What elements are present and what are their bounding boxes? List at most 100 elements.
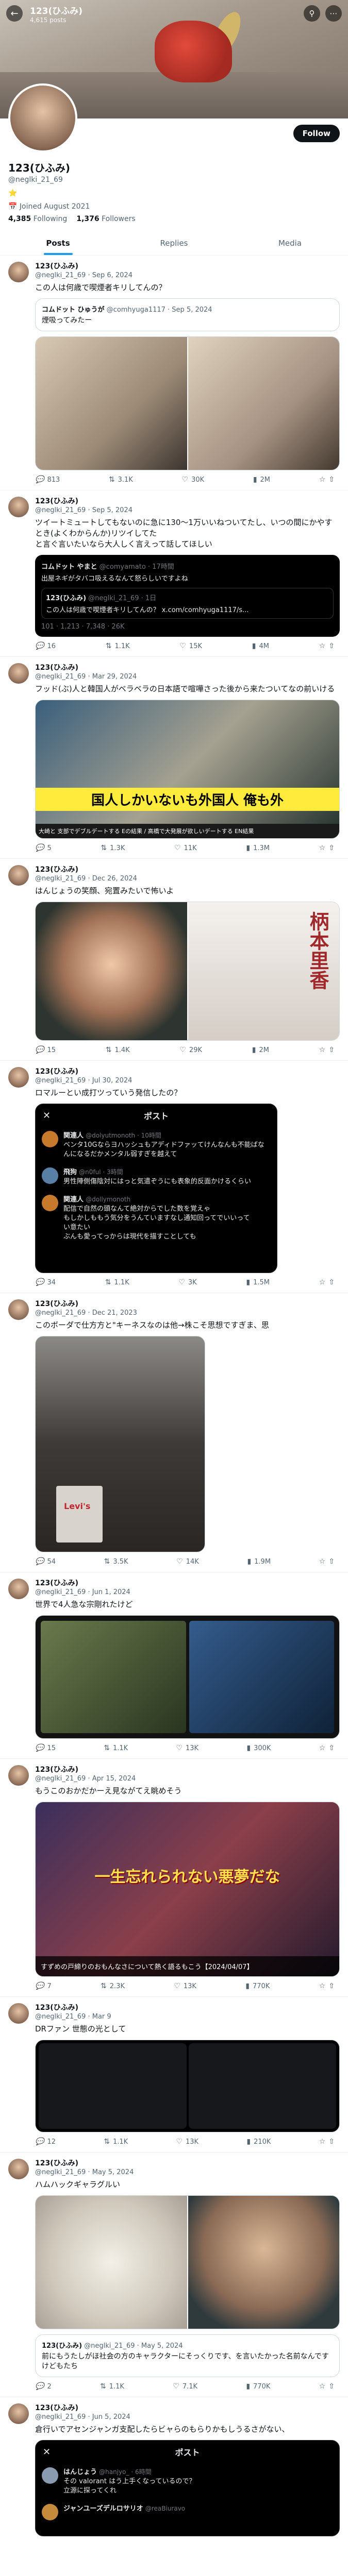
tweet-avatar[interactable] — [8, 2403, 29, 2424]
repost-button[interactable]: ⇅ 1.1K — [105, 1278, 129, 1286]
share-button[interactable]: ☆ ⇧ — [319, 2138, 335, 2146]
like-button[interactable]: ♡ 15K — [179, 642, 202, 650]
share-button[interactable]: ☆ ⇧ — [319, 1557, 335, 1566]
following-stat[interactable]: 4,385 Following — [8, 215, 67, 223]
reply-button[interactable]: 💬 813 — [35, 476, 60, 484]
tweet[interactable]: 123(ひふみ) @neglki_21_69 · May 5, 2024 ハムハッ… — [0, 2153, 348, 2397]
views-stat[interactable]: ▮ 1.3M — [246, 844, 270, 852]
views-stat[interactable]: ▮ 2M — [253, 476, 270, 484]
like-button[interactable]: ♡ 13K — [176, 2138, 198, 2146]
repost-button[interactable]: ⇅ 1.1K — [106, 642, 130, 650]
repost-button[interactable]: ⇅ 3.1K — [109, 476, 133, 484]
tweet-avatar[interactable] — [8, 2159, 29, 2179]
tweet-media[interactable] — [35, 2040, 340, 2132]
tweet[interactable]: 123(ひふみ) @neglki_21_69 · Sep 6, 2024 この人は… — [0, 256, 348, 490]
tweet-media[interactable]: 柄本里香 — [35, 902, 340, 1041]
tweet-avatar[interactable] — [8, 2003, 29, 2024]
repost-button[interactable]: ⇅ 2.3K — [101, 1982, 125, 1990]
tweet-author[interactable]: 123(ひふみ) — [35, 1300, 78, 1308]
tweet-author[interactable]: 123(ひふみ) — [35, 1067, 78, 1076]
views-stat[interactable]: ▮ 210K — [246, 2138, 271, 2146]
tweet-media[interactable]: 国人しかいないも外国人 俺も外 大崎と 支部でデブルデートする Eの結果 / 高… — [35, 700, 340, 839]
share-button[interactable]: ☆ ⇧ — [319, 844, 335, 852]
tweet-media[interactable] — [35, 2195, 340, 2329]
reply-button[interactable]: 💬 16 — [35, 642, 56, 650]
tweet-avatar[interactable] — [8, 1067, 29, 1088]
share-button[interactable]: ☆ ⇧ — [319, 1278, 335, 1286]
views-stat[interactable]: ▮ 1.9M — [247, 1557, 271, 1566]
reply-button[interactable]: 💬 5 — [35, 844, 52, 852]
dark-screenshot[interactable]: ✕ ポスト はんじょう @hanjyo_ · 6時間 その valorant はう上… — [35, 2440, 340, 2536]
tweet[interactable]: 123(ひふみ) @neglki_21_69 · Apr 15, 2024 もうこ… — [0, 1759, 348, 1997]
like-button[interactable]: ♡ 7.1K — [173, 2382, 197, 2391]
reply-button[interactable]: 💬 2 — [35, 2382, 52, 2391]
tweet[interactable]: 123(ひふみ) @neglki_21_69 · Jun 1, 2024 世界で4… — [0, 1572, 348, 1759]
like-button[interactable]: ♡ 29K — [179, 1046, 202, 1054]
tab-media[interactable]: Media — [232, 230, 348, 255]
like-button[interactable]: ♡ 13K — [174, 1982, 196, 1990]
tweet-author[interactable]: 123(ひふみ) — [35, 497, 78, 505]
reply-button[interactable]: 💬 54 — [35, 1557, 56, 1566]
back-arrow-icon[interactable]: ← — [6, 5, 23, 22]
tweet-author[interactable]: 123(ひふみ) — [35, 2404, 78, 2412]
tab-posts[interactable]: Posts — [0, 230, 116, 255]
tweet-avatar[interactable] — [8, 497, 29, 517]
repost-button[interactable]: ⇅ 1.1K — [104, 1744, 128, 1752]
tweet[interactable]: 123(ひふみ) @neglki_21_69 · Mar 29, 2024 フッド… — [0, 657, 348, 859]
reply-button[interactable]: 💬 7 — [35, 1982, 52, 1990]
tweet-author[interactable]: 123(ひふみ) — [35, 1766, 78, 1774]
tweet-media[interactable] — [35, 1615, 340, 1739]
tweet-avatar[interactable] — [8, 1299, 29, 1320]
like-button[interactable]: ♡ 30K — [182, 476, 205, 484]
tweet[interactable]: 123(ひふみ) @neglki_21_69 · Dec 21, 2023 このボ… — [0, 1293, 348, 1572]
tweet-author[interactable]: 123(ひふみ) — [35, 1579, 78, 1587]
quoted-screenshot[interactable]: コムドット やまと @comyamato · 17時間 出屋ネギがタバコ吸えるな… — [35, 555, 340, 637]
views-stat[interactable]: ▮ 770K — [245, 1982, 270, 1990]
follow-button[interactable]: Follow — [293, 125, 340, 142]
followers-stat[interactable]: 1,376 Followers — [76, 215, 135, 223]
reply-button[interactable]: 💬 12 — [35, 2138, 56, 2146]
tweet[interactable]: 123(ひふみ) @neglki_21_69 · Jun 5, 2024 倉行いで… — [0, 2397, 348, 2543]
like-button[interactable]: ♡ 3K — [178, 1278, 196, 1286]
tweet-author[interactable]: 123(ひふみ) — [35, 262, 78, 270]
profile-avatar[interactable] — [8, 83, 77, 152]
tweet[interactable]: 123(ひふみ) @neglki_21_69 · Sep 5, 2024 ツイート… — [0, 490, 348, 657]
tweet[interactable]: 123(ひふみ) @neglki_21_69 · Jul 30, 2024 ロマル… — [0, 1061, 348, 1293]
quoted-tweet[interactable]: 123(ひふみ) @neglki_21_69 · May 5, 2024 前にも… — [35, 2334, 340, 2377]
tweet-avatar[interactable] — [8, 262, 29, 282]
like-button[interactable]: ♡ 11K — [174, 844, 197, 852]
share-button[interactable]: ☆ ⇧ — [319, 642, 335, 650]
dark-screenshot[interactable]: ✕ ポスト 関連人 @dolyutmonoth · 10時間 ベンタ10Gならヨハッ… — [35, 1104, 277, 1273]
tweet-avatar[interactable] — [8, 865, 29, 886]
views-stat[interactable]: ▮ 770K — [246, 2382, 270, 2391]
tweet[interactable]: 123(ひふみ) @neglki_21_69 · Mar 9 DRファン 世態の光… — [0, 1997, 348, 2153]
tweet-media[interactable] — [35, 336, 340, 470]
tweet-avatar[interactable] — [8, 1765, 29, 1786]
repost-button[interactable]: ⇅ 3.5K — [104, 1557, 128, 1566]
tweet-author[interactable]: 123(ひふみ) — [35, 866, 78, 874]
like-button[interactable]: ♡ 13K — [176, 1744, 198, 1752]
views-stat[interactable]: ▮ 2M — [252, 1046, 269, 1054]
tweet-media[interactable]: Levi's — [35, 1336, 205, 1552]
more-icon[interactable]: ⋯ — [325, 5, 342, 22]
tweet-author[interactable]: 123(ひふみ) — [35, 2004, 78, 2012]
tab-replies[interactable]: Replies — [116, 230, 232, 255]
repost-button[interactable]: ⇅ 1.1K — [104, 2138, 128, 2146]
reply-button[interactable]: 💬 15 — [35, 1046, 56, 1054]
quoted-tweet[interactable]: コムドット ひゅうが @comhyuga1117 · Sep 5, 2024 煙… — [35, 298, 340, 331]
tweet-avatar[interactable] — [8, 1579, 29, 1599]
reply-button[interactable]: 💬 15 — [35, 1744, 56, 1752]
tweet-media[interactable]: 一生忘れられない悪夢だな すずめの戸締りのおもんなさについて熱く語るもこう【20… — [35, 1802, 340, 1977]
share-button[interactable]: ☆ ⇧ — [319, 1982, 335, 1990]
share-button[interactable]: ☆ ⇧ — [319, 2382, 335, 2391]
share-button[interactable]: ☆ ⇧ — [319, 476, 335, 484]
tweet-author[interactable]: 123(ひふみ) — [35, 2159, 78, 2167]
search-icon[interactable]: ⚲ — [304, 5, 320, 22]
repost-button[interactable]: ⇅ 1.3K — [101, 844, 125, 852]
repost-button[interactable]: ⇅ 1.4K — [106, 1046, 130, 1054]
share-button[interactable]: ☆ ⇧ — [319, 1744, 335, 1752]
share-button[interactable]: ☆ ⇧ — [319, 1046, 335, 1054]
views-stat[interactable]: ▮ 1.5M — [246, 1278, 270, 1286]
views-stat[interactable]: ▮ 4M — [252, 642, 269, 650]
tweet-avatar[interactable] — [8, 663, 29, 684]
